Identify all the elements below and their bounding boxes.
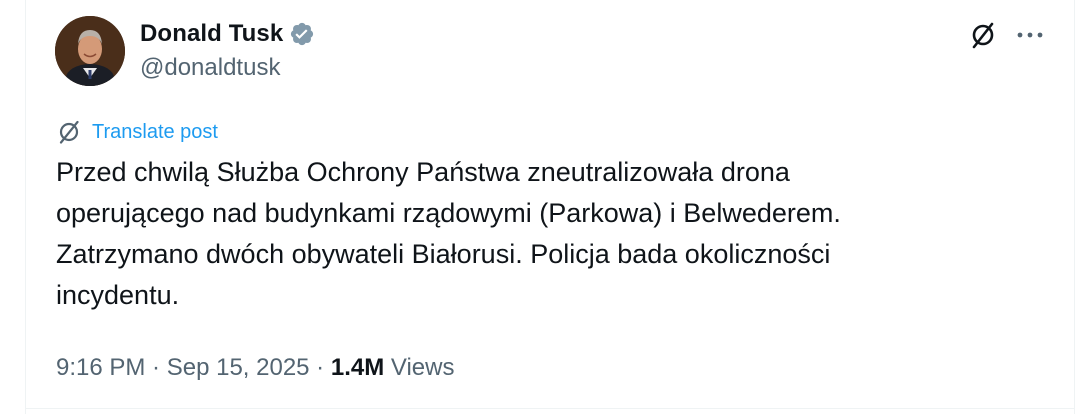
right-border (1074, 0, 1075, 414)
avatar-portrait (55, 16, 125, 86)
post-date[interactable]: Sep 15, 2025 (167, 354, 310, 382)
post-meta: 9:16 PM · Sep 15, 2025 · 1.4M Views (56, 351, 454, 385)
verified-badge-icon[interactable] (289, 21, 315, 47)
more-horizontal-icon (1017, 32, 1043, 38)
display-name[interactable]: Donald Tusk (140, 20, 283, 48)
author-name-row[interactable]: Donald Tusk (140, 18, 315, 50)
meta-separator: · (145, 354, 167, 381)
grok-button[interactable] (966, 18, 1000, 52)
left-border (25, 0, 26, 414)
translate-post-link[interactable]: Translate post (56, 117, 218, 147)
views-label: Views (384, 354, 455, 381)
author-handle[interactable]: @donaldtusk (140, 54, 280, 82)
post-time[interactable]: 9:16 PM (56, 354, 145, 382)
post-text: Przed chwilą Służba Ochrony Państwa zneu… (56, 157, 841, 310)
views-count[interactable]: 1.4M (331, 354, 384, 382)
grok-icon (972, 22, 994, 49)
avatar[interactable] (55, 16, 125, 86)
bottom-divider (25, 408, 1075, 409)
more-options-button[interactable] (1013, 18, 1047, 52)
meta-separator: · (309, 354, 331, 381)
translate-post-label[interactable]: Translate post (92, 121, 218, 144)
globe-slash-icon (59, 120, 79, 144)
